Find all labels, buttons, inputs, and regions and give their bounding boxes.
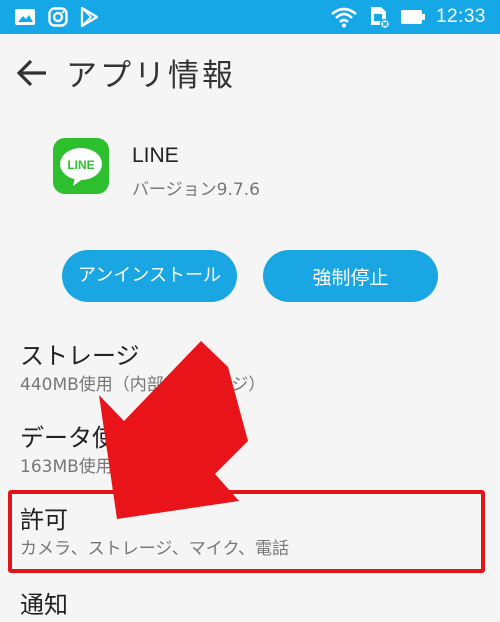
play-store-icon: [80, 7, 98, 27]
status-bar: 12:33: [0, 0, 500, 34]
setting-data-usage[interactable]: データ使用 163MB使用（日以降）: [0, 418, 500, 488]
setting-title: ストレージ: [20, 342, 140, 370]
battery-icon: [400, 10, 425, 24]
page-title: アプリ情報: [66, 58, 236, 94]
line-app-icon: LINE: [53, 138, 109, 194]
app-header: LINE LINE バージョン9.7.6: [0, 120, 500, 220]
instagram-icon: [48, 7, 68, 27]
force-stop-button[interactable]: 強制停止: [263, 250, 438, 302]
app-version: バージョン9.7.6: [132, 180, 260, 200]
setting-storage[interactable]: ストレージ 440MB使用（内部ストレージ）: [0, 336, 500, 408]
setting-notifications[interactable]: 通知: [0, 585, 500, 622]
setting-subtitle: 163MB使用（日以降）: [20, 457, 198, 477]
setting-title: データ使用: [20, 424, 140, 452]
status-bar-left-icons: [14, 7, 98, 27]
back-arrow-icon[interactable]: [16, 56, 50, 90]
highlight-box: [8, 490, 485, 573]
setting-title: 通知: [20, 591, 68, 619]
setting-subtitle: 440MB使用（内部ストレージ）: [20, 375, 266, 395]
status-time: 12:33: [435, 6, 486, 27]
uninstall-button[interactable]: アンインストール: [62, 250, 237, 302]
wifi-icon: [331, 7, 357, 28]
image-icon: [15, 9, 35, 25]
screen: 12:33 アプリ情報 LINE LINE バージョン9.7.6 アンインストー…: [0, 0, 500, 622]
line-logo-text: LINE: [67, 158, 94, 172]
sim-card-icon: [370, 7, 390, 29]
app-bar: アプリ情報: [0, 34, 500, 112]
status-bar-right-icons: 12:33: [330, 5, 486, 29]
app-name: LINE: [132, 144, 179, 167]
